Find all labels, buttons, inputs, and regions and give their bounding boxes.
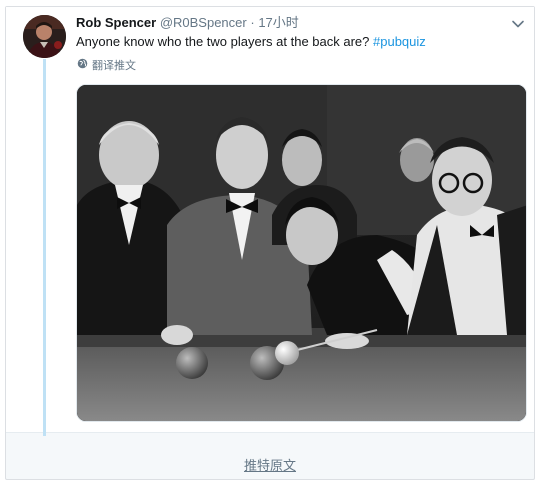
view-original-tweet-link[interactable]: 推特原文 (6, 455, 534, 474)
translate-label: 翻译推文 (92, 59, 136, 72)
timestamp[interactable]: 17小时 (258, 15, 298, 30)
embedded-tweet-card: Rob Spencer @R0BSpencer · 17小时 Anyone kn… (5, 6, 535, 480)
tweet-text: Anyone know who the two players at the b… (76, 33, 426, 51)
avatar[interactable] (23, 15, 66, 58)
thread-line (43, 59, 46, 436)
snooker-photo (77, 85, 526, 421)
globe-icon (77, 58, 88, 73)
author-handle[interactable]: @R0BSpencer (160, 15, 247, 30)
avatar-image (23, 15, 66, 58)
tweet[interactable]: Rob Spencer @R0BSpencer · 17小时 Anyone kn… (6, 7, 534, 436)
tweet-photo[interactable] (76, 84, 527, 422)
translate-tweet-button[interactable]: 翻译推文 (77, 58, 136, 73)
author-name[interactable]: Rob Spencer (76, 15, 156, 30)
hashtag-link[interactable]: #pubquiz (373, 34, 426, 49)
chevron-down-icon[interactable] (511, 17, 525, 31)
tweet-text-body: Anyone know who the two players at the b… (76, 34, 374, 49)
tweet-header: Rob Spencer @R0BSpencer · 17小时 (76, 15, 299, 31)
separator: · (250, 15, 255, 30)
